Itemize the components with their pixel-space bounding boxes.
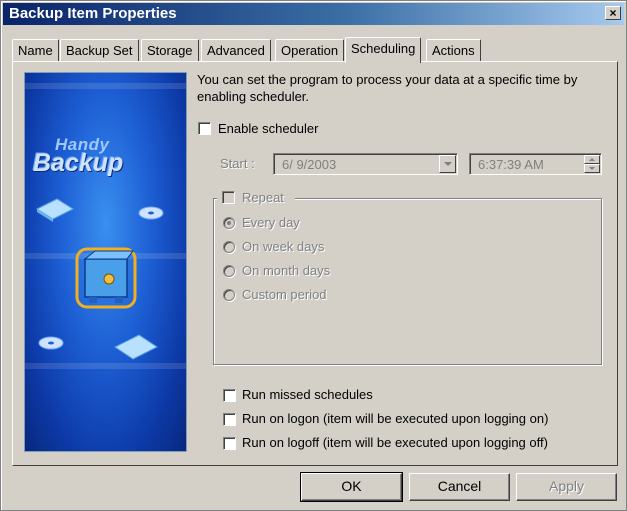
safe-icon (75, 247, 137, 309)
cd-icon (138, 206, 164, 220)
tab-storage[interactable]: Storage (141, 39, 199, 61)
run-missed-label[interactable]: Run missed schedules (242, 387, 373, 402)
window-title: Backup Item Properties (9, 5, 177, 22)
start-date-picker[interactable]: 6/ 9/2003 (273, 153, 458, 175)
dropdown-arrow-icon[interactable] (439, 155, 456, 173)
run-on-logoff-checkbox[interactable] (223, 437, 236, 450)
radio-custom-period[interactable] (223, 289, 235, 301)
enable-scheduler-checkbox[interactable] (198, 122, 211, 135)
dialog-window: Backup Item Properties × Name Backup Set… (0, 0, 627, 511)
repeat-label: Repeat (242, 190, 284, 205)
radio-every-day[interactable] (223, 217, 235, 229)
tab-name[interactable]: Name (12, 39, 59, 61)
scheduler-description: You can set the program to process your … (197, 72, 578, 104)
start-label: Start : (220, 156, 255, 171)
run-on-logoff-label[interactable]: Run on logoff (item will be executed upo… (242, 435, 548, 450)
close-icon[interactable]: × (605, 6, 621, 20)
tab-actions[interactable]: Actions (426, 39, 481, 61)
cd-icon (38, 336, 64, 350)
start-time-field[interactable]: 6:37:39 AM (469, 153, 602, 175)
tab-backup-set[interactable]: Backup Set (60, 39, 139, 61)
cancel-button[interactable]: Cancel (409, 473, 510, 501)
run-on-logon-checkbox[interactable] (223, 413, 236, 426)
folder-icon (35, 198, 75, 222)
title-bar[interactable]: Backup Item Properties × (3, 3, 624, 25)
run-on-logon-label[interactable]: Run on logon (item will be executed upon… (242, 411, 548, 426)
week-days-label[interactable]: On week days (242, 239, 324, 254)
radio-month-days[interactable] (223, 265, 235, 277)
radio-week-days[interactable] (223, 241, 235, 253)
folder-icon (114, 334, 158, 360)
product-artwork: Handy Backup (24, 72, 187, 452)
every-day-label[interactable]: Every day (242, 215, 300, 230)
start-date-value: 6/ 9/2003 (282, 157, 337, 172)
month-days-label[interactable]: On month days (242, 263, 330, 278)
tab-operation[interactable]: Operation (275, 39, 345, 61)
spin-up-icon[interactable] (584, 155, 600, 164)
enable-scheduler-label[interactable]: Enable scheduler (218, 121, 318, 136)
apply-button[interactable]: Apply (516, 473, 617, 501)
repeat-checkbox[interactable] (222, 191, 235, 204)
tab-advanced[interactable]: Advanced (201, 39, 271, 61)
ok-button[interactable]: OK (300, 472, 403, 502)
spin-down-icon[interactable] (584, 164, 600, 173)
tab-scheduling[interactable]: Scheduling (345, 37, 422, 63)
custom-period-label[interactable]: Custom period (242, 287, 327, 302)
brand-backup: Backup (33, 149, 124, 177)
start-time-value: 6:37:39 AM (478, 157, 544, 172)
run-missed-checkbox[interactable] (223, 389, 236, 402)
